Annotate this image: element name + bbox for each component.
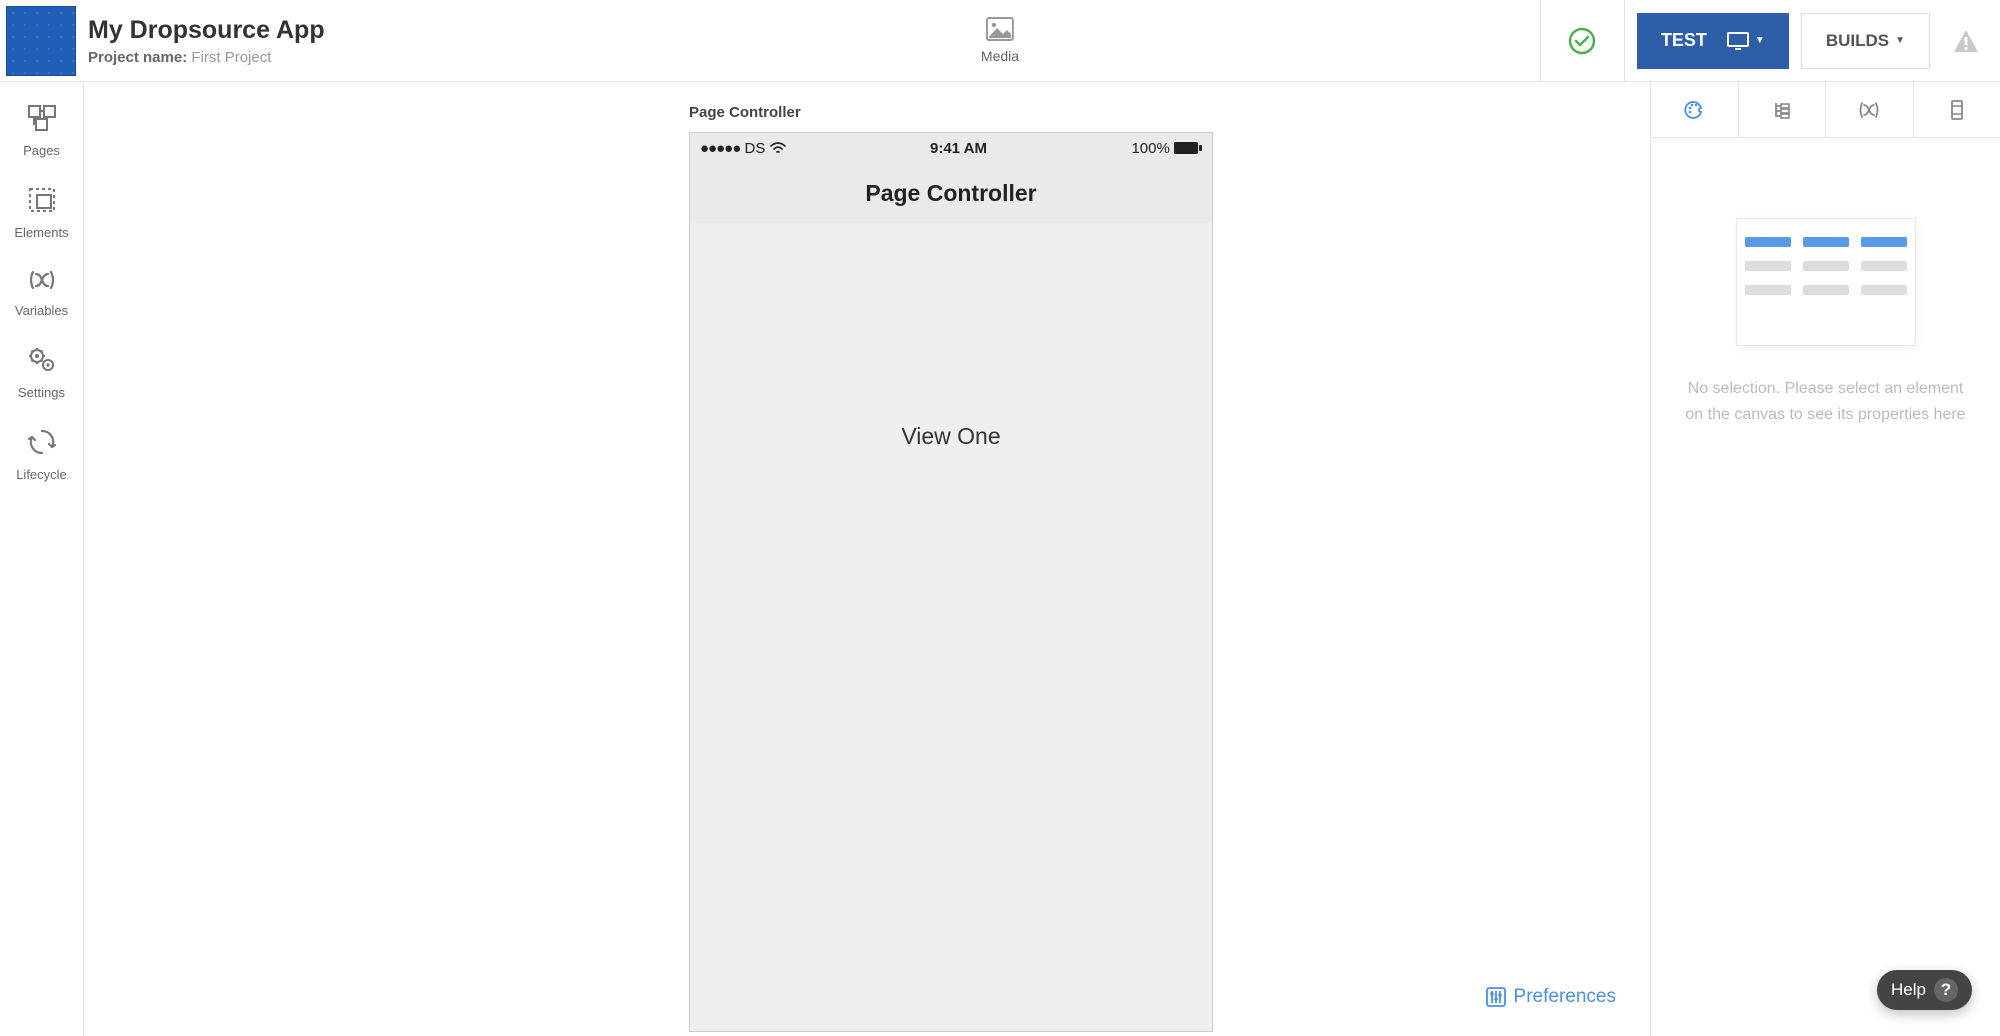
pages-icon xyxy=(27,104,57,132)
warning-icon xyxy=(1952,28,1980,54)
view-one-label: View One xyxy=(901,423,1000,450)
dropdown-caret-icon: ▼ xyxy=(1755,35,1765,46)
checkmark-circle-icon xyxy=(1568,27,1596,55)
help-question-icon: ? xyxy=(1934,978,1958,1002)
canvas-area[interactable]: Page Controller ●●●●● DS 9:41 AM 100% Pa… xyxy=(84,82,1650,1036)
project-name-value: First Project xyxy=(191,49,271,66)
settings-icon xyxy=(27,346,57,374)
signal-dots-icon: ●●●●● xyxy=(700,140,740,157)
app-icon[interactable] xyxy=(6,6,76,76)
title-block: My Dropsource App Project name: First Pr… xyxy=(88,16,325,66)
elements-icon xyxy=(27,186,57,214)
tree-icon xyxy=(1772,100,1792,120)
test-button-label: TEST xyxy=(1661,30,1707,51)
canvas-page-label: Page Controller xyxy=(689,104,801,121)
inspector-tab-constraints[interactable] xyxy=(1914,82,2000,137)
project-name-label: Project name: xyxy=(88,49,187,66)
media-tab[interactable]: Media xyxy=(971,13,1029,68)
device-view-area[interactable]: View One xyxy=(690,223,1212,1031)
app-title: My Dropsource App xyxy=(88,16,325,45)
palette-icon xyxy=(1684,100,1704,120)
sidebar-item-elements[interactable]: Elements xyxy=(0,172,83,254)
dropdown-caret-icon: ▼ xyxy=(1895,35,1905,46)
media-icon xyxy=(981,17,1019,46)
variables-icon xyxy=(27,268,57,292)
sidebar-item-settings[interactable]: Settings xyxy=(0,332,83,414)
sidebar-item-label: Elements xyxy=(2,225,81,240)
help-button[interactable]: Help ? xyxy=(1877,970,1972,1010)
battery-icon xyxy=(1174,142,1202,154)
lifecycle-icon xyxy=(27,428,57,456)
variables-icon xyxy=(1858,101,1880,119)
app-header: My Dropsource App Project name: First Pr… xyxy=(0,0,2000,82)
sidebar-item-label: Settings xyxy=(2,385,81,400)
media-label: Media xyxy=(981,48,1019,64)
header-right: TEST ▼ BUILDS ▼ xyxy=(1540,0,2000,81)
sidebar-item-label: Pages xyxy=(2,143,81,158)
sidebar-item-label: Lifecycle xyxy=(2,467,81,482)
warnings-button[interactable] xyxy=(1942,13,1990,69)
sidebar-item-lifecycle[interactable]: Lifecycle xyxy=(0,414,83,496)
empty-state-graphic xyxy=(1736,218,1916,346)
inspector-tab-styles[interactable] xyxy=(1651,82,1739,137)
builds-button-label: BUILDS xyxy=(1826,31,1889,51)
device-nav-title: Page Controller xyxy=(865,180,1036,207)
monitor-icon xyxy=(1727,32,1749,50)
inspector-panel: No selection. Please select an element o… xyxy=(1650,82,2000,1036)
carrier-label: DS xyxy=(744,140,765,157)
wifi-icon xyxy=(770,142,786,154)
sidebar-item-variables[interactable]: Variables xyxy=(0,254,83,332)
build-status-ok[interactable] xyxy=(1540,0,1625,82)
battery-percent: 100% xyxy=(1131,140,1169,157)
inspector-tab-variables[interactable] xyxy=(1826,82,1914,137)
test-device-selector[interactable]: ▼ xyxy=(1727,32,1765,50)
left-sidebar: Pages Elements Variables Settings Lifecy… xyxy=(0,82,84,1036)
help-label: Help xyxy=(1891,980,1926,1000)
inspector-tab-tree[interactable] xyxy=(1739,82,1827,137)
inspector-tabs xyxy=(1651,82,2000,138)
device-navbar[interactable]: Page Controller xyxy=(690,163,1212,223)
inspector-empty-message: No selection. Please select an element o… xyxy=(1651,376,2000,427)
preferences-link[interactable]: Preferences xyxy=(1486,986,1616,1008)
sliders-icon xyxy=(1486,987,1506,1007)
sidebar-item-label: Variables xyxy=(2,303,81,318)
constraints-icon xyxy=(1948,99,1966,121)
test-button[interactable]: TEST ▼ xyxy=(1637,13,1789,69)
device-statusbar: ●●●●● DS 9:41 AM 100% xyxy=(690,133,1212,163)
preferences-label: Preferences xyxy=(1514,986,1616,1008)
status-time: 9:41 AM xyxy=(930,140,987,157)
device-preview[interactable]: ●●●●● DS 9:41 AM 100% Page Controller Vi… xyxy=(689,132,1213,1032)
sidebar-item-pages[interactable]: Pages xyxy=(0,90,83,172)
builds-button[interactable]: BUILDS ▼ xyxy=(1801,13,1930,69)
